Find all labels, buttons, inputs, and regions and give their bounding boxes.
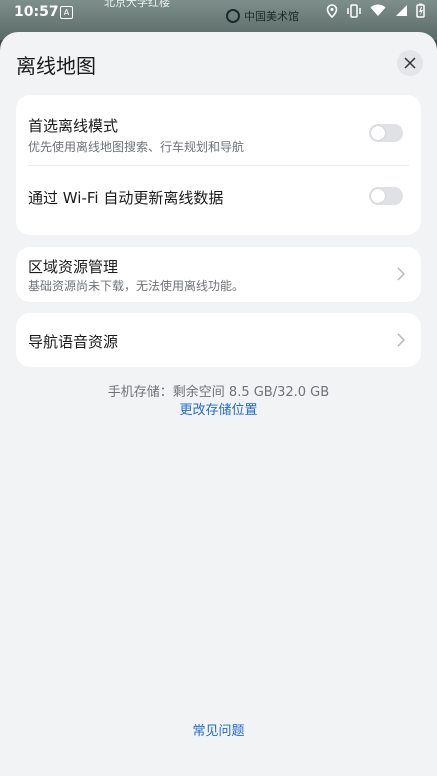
vibrate-icon — [347, 3, 361, 18]
signal-icon — [396, 5, 407, 16]
preferred-offline-mode-desc: 优先使用离线地图搜索、行车规划和导航 — [28, 140, 245, 154]
navigation-voice-label: 导航语音资源 — [28, 333, 119, 351]
storage-info: 手机存储：剩余空间 8.5 GB/32.0 GB — [107, 385, 330, 400]
preferred-offline-mode-toggle[interactable] — [369, 124, 403, 142]
location-icon — [326, 3, 338, 18]
change-storage-location-link[interactable]: 更改存储位置 — [0, 399, 437, 418]
toggle-knob — [371, 189, 385, 203]
status-time: 10:57 — [14, 4, 59, 20]
region-resource-label: 区域资源管理 — [28, 258, 119, 276]
page-title: 离线地图 — [16, 54, 96, 78]
toggle-knob — [371, 126, 385, 140]
offline-map-sheet: 离线地图 首选离线模式 优先使用离线地图搜索、行车规划和导航 通过 Wi-Fi … — [0, 32, 437, 776]
status-bar: 10:57 A — [0, 0, 437, 26]
region-resource-desc: 基础资源尚未下载，无法使用离线功能。 — [28, 279, 245, 293]
offline-settings-card: 首选离线模式 优先使用离线地图搜索、行车规划和导航 通过 Wi-Fi 自动更新离… — [16, 95, 421, 235]
wifi-icon — [370, 4, 386, 16]
chevron-right-icon — [397, 333, 405, 347]
notification-icon: A — [60, 6, 73, 19]
chevron-right-icon — [397, 267, 405, 281]
battery-icon — [416, 3, 425, 18]
region-resource-management-item[interactable]: 区域资源管理 基础资源尚未下载，无法使用离线功能。 — [16, 247, 421, 302]
close-button[interactable] — [397, 50, 423, 76]
status-icons — [326, 3, 425, 18]
divider — [28, 165, 409, 166]
navigation-voice-resource-item[interactable]: 导航语音资源 — [16, 313, 421, 367]
wifi-auto-update-toggle[interactable] — [369, 187, 403, 205]
preferred-offline-mode-label: 首选离线模式 — [28, 117, 119, 135]
faq-link[interactable]: 常见问题 — [0, 720, 437, 739]
close-icon — [404, 57, 416, 69]
wifi-auto-update-label: 通过 Wi-Fi 自动更新离线数据 — [28, 189, 224, 207]
